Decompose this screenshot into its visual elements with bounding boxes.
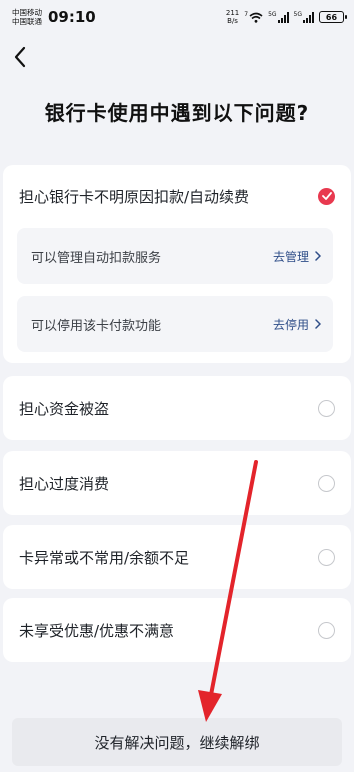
radio-button[interactable] (318, 399, 335, 417)
check-circle-icon[interactable] (318, 187, 335, 205)
option-card-overspending[interactable]: 担心过度消费 (3, 451, 351, 515)
sub-item-label: 可以停用该卡付款功能 (31, 318, 162, 334)
battery-level: 66 (325, 12, 338, 22)
option-label: 担心资金被盗 (19, 399, 110, 418)
signal-icon-sim1: 5G (268, 10, 289, 23)
option-label: 卡异常或不常用/余额不足 (19, 548, 190, 567)
chevron-left-icon (14, 46, 26, 68)
sub-item-disable-payment[interactable]: 可以停用该卡付款功能 去停用 (17, 296, 333, 352)
page-title: 银行卡使用中遇到以下问题? (44, 101, 310, 125)
carrier-names: 中国移动 中国联通 (12, 8, 42, 26)
manage-link-label: 去管理 (272, 249, 309, 264)
wifi-label: 7 (244, 10, 249, 18)
carrier-1: 中国移动 (12, 8, 42, 17)
sig1-label: 5G (268, 10, 277, 18)
signal-icon-sim2: 5G (293, 10, 314, 23)
radio-button[interactable] (318, 548, 335, 566)
disable-link[interactable]: 去停用 (273, 316, 321, 333)
radio-button[interactable] (318, 474, 335, 492)
carrier-2: 中国联通 (12, 17, 42, 26)
continue-unbind-button[interactable]: 没有解决问题，继续解绑 (12, 718, 342, 766)
status-bar: 中国移动 中国联通 09:10 211 B/s 7 5G 5G 66 (0, 0, 354, 34)
option-card-card-abnormal[interactable]: 卡异常或不常用/余额不足 (3, 525, 351, 589)
disable-link-label: 去停用 (272, 317, 309, 332)
sub-item-label: 可以管理自动扣款服务 (31, 250, 162, 266)
battery-icon: 66 (319, 11, 347, 23)
option-card-funds-stolen[interactable]: 担心资金被盗 (3, 376, 351, 440)
net-speed-value: 211 (225, 9, 240, 17)
net-speed: 211 B/s (226, 9, 239, 25)
sub-item-manage-autopay[interactable]: 可以管理自动扣款服务 去管理 (17, 228, 333, 284)
option-row[interactable]: 担心银行卡不明原因扣款/自动续费 (3, 165, 351, 227)
status-icons: 211 B/s 7 5G 5G 66 (226, 9, 347, 25)
manage-link[interactable]: 去管理 (273, 248, 321, 265)
clock: 09:10 (48, 8, 96, 26)
chevron-right-icon (315, 319, 321, 329)
net-speed-unit: B/s (227, 17, 238, 25)
wifi-icon: 7 (244, 10, 263, 23)
option-label: 担心过度消费 (19, 474, 110, 493)
option-label: 担心银行卡不明原因扣款/自动续费 (19, 187, 250, 206)
option-card-no-discount[interactable]: 未享受优惠/优惠不满意 (3, 598, 351, 662)
chevron-right-icon (315, 251, 321, 261)
option-label: 未享受优惠/优惠不满意 (19, 621, 175, 640)
radio-button[interactable] (318, 621, 335, 639)
back-button[interactable] (6, 42, 34, 72)
sig2-label: 5G (293, 10, 302, 18)
